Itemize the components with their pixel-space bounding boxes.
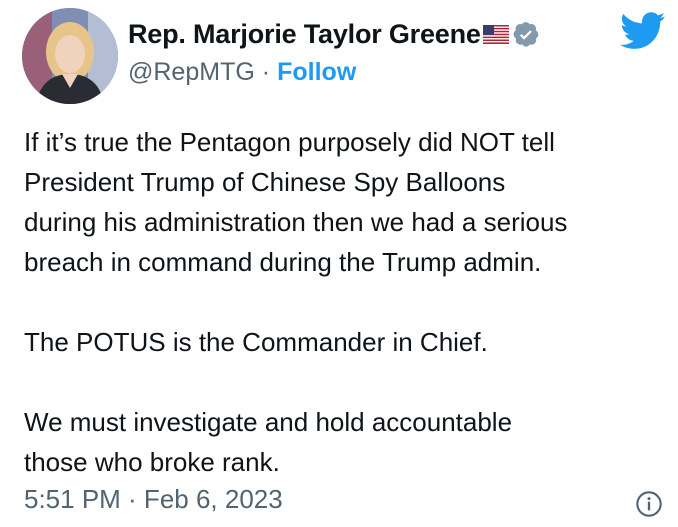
- author-handle[interactable]: @RepMTG: [128, 58, 255, 87]
- avatar-portrait: [22, 8, 118, 104]
- tweet-card: Rep. Marjorie Taylor Greene @RepMTG · Fo…: [0, 0, 678, 527]
- author-display-name[interactable]: Rep. Marjorie Taylor Greene: [128, 19, 481, 50]
- us-flag-icon: [482, 24, 509, 44]
- follow-button[interactable]: Follow: [277, 58, 356, 87]
- tweet-paragraph: If it’s true the Pentagon purposely did …: [24, 127, 568, 277]
- tweet-paragraph: The POTUS is the Commander in Chief.: [24, 327, 488, 357]
- twitter-bird-icon[interactable]: [620, 12, 666, 50]
- author-name-row: Rep. Marjorie Taylor Greene: [128, 14, 540, 54]
- avatar[interactable]: [22, 8, 118, 104]
- tweet-text: If it’s true the Pentagon purposely did …: [24, 122, 664, 482]
- handle-separator: ·: [261, 57, 271, 86]
- info-icon[interactable]: [635, 490, 663, 518]
- tweet-paragraph: We must investigate and hold accountable…: [24, 407, 513, 477]
- tweet-timestamp[interactable]: 5:51 PM · Feb 6, 2023: [24, 484, 283, 515]
- verified-badge-icon: [513, 21, 540, 48]
- author-handle-row: @RepMTG · Follow: [128, 55, 356, 89]
